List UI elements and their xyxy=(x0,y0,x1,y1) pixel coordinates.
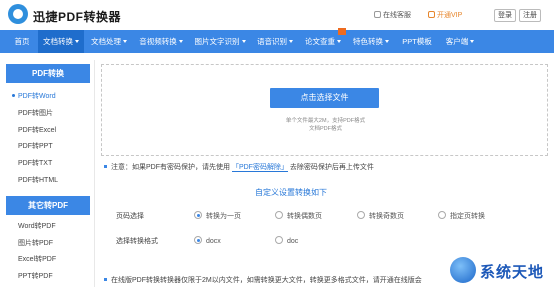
brand-name[interactable]: 迅捷PDF转换器 xyxy=(33,8,121,25)
top-bar: 迅捷PDF转换器 在线客服 开通VIP 登录 注册 xyxy=(0,0,554,30)
nav-ocr[interactable]: 图片文字识别 xyxy=(190,30,250,53)
nav-doc-process[interactable]: 文档处理 xyxy=(86,30,132,53)
upload-dropzone[interactable]: 点击选择文件 单个文件最大2M，支持PDF格式 文档PDF格式 xyxy=(101,64,548,156)
nav-client[interactable]: 客户端 xyxy=(440,30,480,53)
register-button[interactable]: 注册 xyxy=(519,9,541,22)
radio-convert-specified-pages[interactable]: 指定页转换 xyxy=(438,211,485,221)
sidebar-item-pdf-to-html[interactable]: PDF转HTML xyxy=(6,173,90,190)
sidebar-item-ppt-to-pdf[interactable]: PPT转PDF xyxy=(6,269,90,286)
watermark-text: 系统天地 xyxy=(480,264,545,281)
select-file-button[interactable]: 点击选择文件 xyxy=(270,88,379,108)
page-select-label: 页码选择 xyxy=(116,213,144,220)
radio-convert-even-pages[interactable]: 转换偶数页 xyxy=(275,211,322,221)
sidebar-item-pdf-to-ppt[interactable]: PDF转PPT xyxy=(6,139,90,156)
settings-title: 自定义设置转换如下 xyxy=(255,188,327,197)
sidebar-divider xyxy=(94,60,95,287)
logo-icon[interactable] xyxy=(8,4,28,24)
sidebar-section-to-pdf: 其它转PDF xyxy=(6,195,90,215)
format-select-label: 选择转换格式 xyxy=(116,238,158,245)
nav-ppt-template[interactable]: PPT模板 xyxy=(398,30,436,53)
sidebar-item-excel-to-pdf[interactable]: Excel转PDF xyxy=(6,252,90,269)
vip-link[interactable]: 开通VIP xyxy=(428,10,462,20)
password-note: 注意：如果PDF有密码保护，请先使用 「PDF密码解除」 去除密码保护后再上传文… xyxy=(104,162,374,172)
chevron-down-icon xyxy=(385,40,389,43)
radio-format-doc[interactable]: doc xyxy=(275,236,298,245)
bullet-icon xyxy=(104,165,107,168)
sidebar-item-pdf-to-image[interactable]: PDF转图片 xyxy=(6,106,90,123)
sidebar: PDF转换 PDF转Word PDF转图片 PDF转Excel PDF转PPT … xyxy=(6,64,90,286)
nav-special-convert[interactable]: 特色转换 xyxy=(348,30,394,53)
chevron-down-icon xyxy=(337,40,341,43)
chevron-down-icon xyxy=(178,40,183,43)
chevron-down-icon xyxy=(123,40,127,43)
radio-convert-odd-pages[interactable]: 转换奇数页 xyxy=(357,211,404,221)
customer-service-link[interactable]: 在线客服 xyxy=(374,10,411,20)
nav-speech[interactable]: 语音识别 xyxy=(252,30,298,53)
upload-tip-format: 文档PDF格式 xyxy=(308,126,342,132)
radio-format-docx[interactable]: docx xyxy=(194,236,221,245)
bullet-icon xyxy=(104,278,107,281)
sidebar-item-pdf-to-word[interactable]: PDF转Word xyxy=(6,89,90,106)
upload-tip: 单个文件最大2M，支持PDF格式 xyxy=(285,118,366,124)
sidebar-item-word-to-pdf[interactable]: Word转PDF xyxy=(6,219,90,236)
login-button[interactable]: 登录 xyxy=(494,9,516,22)
nav-doc-convert[interactable]: 文档转换 xyxy=(38,30,84,53)
main-nav: 首页 文档转换 文档处理 音视频转换 图片文字识别 语音识别 论文查重 特色转换… xyxy=(0,30,554,53)
new-badge xyxy=(338,28,346,35)
radio-convert-one-page[interactable]: 转换为一页 xyxy=(194,211,241,221)
nav-media-convert[interactable]: 音视频转换 xyxy=(134,30,188,53)
globe-icon xyxy=(450,257,476,283)
watermark: 系统天地 xyxy=(450,257,554,287)
sidebar-item-image-to-pdf[interactable]: 图片转PDF xyxy=(6,236,90,253)
bottom-note: 在线版PDF转换转换器仅限于2M以内文件，如需转换更大文件，转换更多格式文件，请… xyxy=(104,275,422,285)
pdf-unlock-link[interactable]: 「PDF密码解除」 xyxy=(231,164,288,172)
chevron-down-icon xyxy=(470,40,475,43)
sidebar-item-pdf-to-excel[interactable]: PDF转Excel xyxy=(6,123,90,140)
sidebar-section-pdf-convert: PDF转换 xyxy=(6,64,90,83)
chevron-down-icon xyxy=(289,40,293,43)
nav-home[interactable]: 首页 xyxy=(8,30,36,53)
chevron-down-icon xyxy=(75,40,79,43)
crown-icon xyxy=(428,11,435,18)
sidebar-item-pdf-to-txt[interactable]: PDF转TXT xyxy=(6,156,90,173)
chevron-down-icon xyxy=(241,40,246,43)
headset-icon xyxy=(374,11,381,18)
